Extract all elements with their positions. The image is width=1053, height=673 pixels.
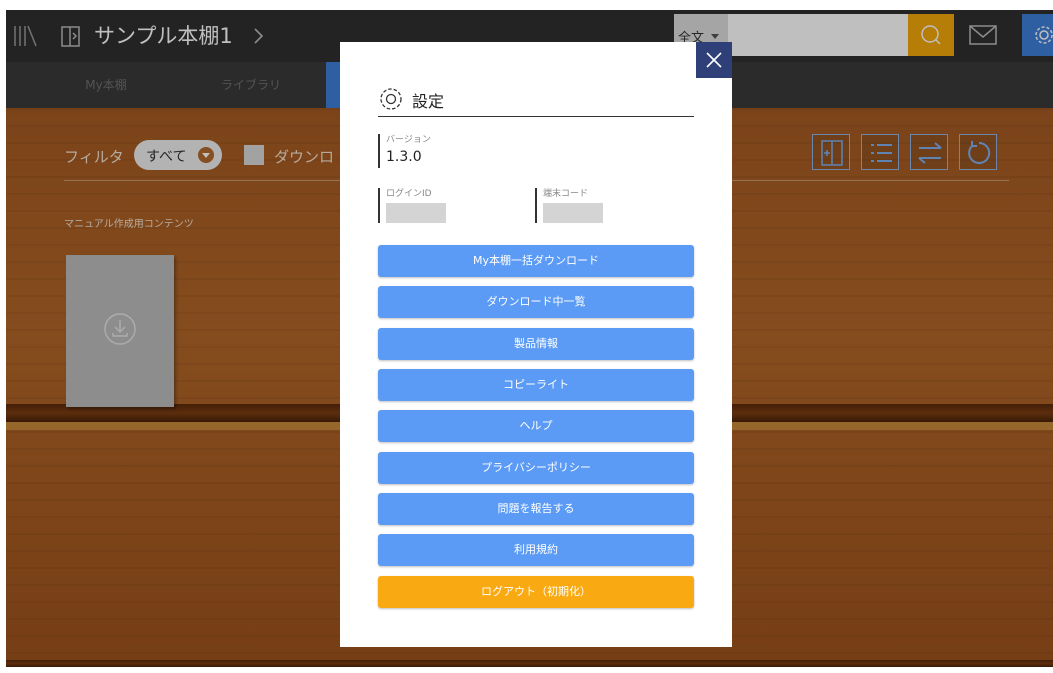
version-value: 1.3.0 (386, 149, 422, 165)
bulk-download-button[interactable]: My本棚一括ダウンロード (378, 245, 694, 277)
version-label: バージョン (386, 135, 431, 145)
download-list-button[interactable]: ダウンロード中一覧 (378, 286, 694, 318)
close-button[interactable] (696, 42, 732, 78)
login-id-label: ログインID (386, 189, 432, 199)
terminal-code-label: 端末コード (543, 189, 589, 199)
login-id-field: ログインID (378, 188, 446, 223)
login-id-value (386, 203, 446, 223)
copyright-button[interactable]: コピーライト (378, 369, 694, 401)
settings-dialog: 設定 バージョン 1.3.0 ログインID 端末コード My本棚一括ダウンロード… (340, 42, 732, 647)
help-button[interactable]: ヘルプ (378, 410, 694, 442)
product-info-button[interactable]: 製品情報 (378, 328, 694, 360)
terminal-code-value (543, 203, 603, 223)
close-icon (706, 52, 722, 68)
logout-button[interactable]: ログアウト（初期化） (378, 576, 694, 608)
gear-icon (380, 88, 402, 110)
dialog-title: 設定 (412, 92, 445, 111)
version-field: バージョン 1.3.0 (378, 134, 431, 168)
terminal-code-field: 端末コード (535, 188, 603, 223)
app-window: サンプル本棚1 全文 My本棚 ライブラリ フィルタ すべて ダウンロ マニュア… (6, 10, 1053, 667)
terms-of-use-button[interactable]: 利用規約 (378, 534, 694, 566)
report-problem-button[interactable]: 問題を報告する (378, 493, 694, 525)
privacy-policy-button[interactable]: プライバシーポリシー (378, 452, 694, 484)
title-divider (378, 116, 694, 117)
